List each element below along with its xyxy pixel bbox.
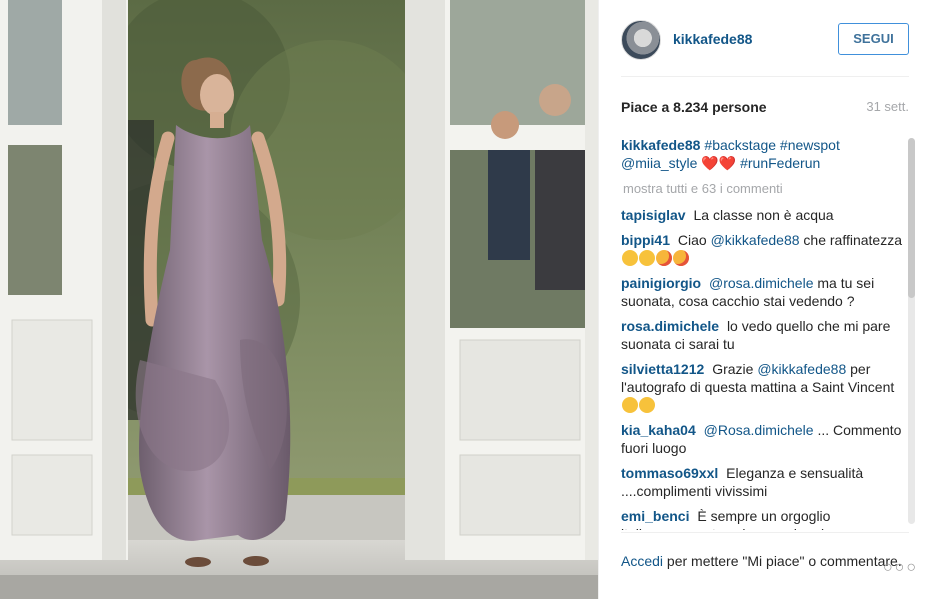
comment-username[interactable]: emi_benci (621, 508, 689, 524)
mention[interactable]: @kikkafede88 (711, 232, 800, 248)
hashtag[interactable]: #newspot (780, 137, 840, 153)
post-username[interactable]: kikkafede88 (673, 31, 752, 47)
kiss-emoji-icon (673, 250, 689, 266)
login-link[interactable]: Accedi (621, 553, 663, 569)
likes-row: Piace a 8.234 persone 31 sett. (621, 99, 909, 115)
post-photo (0, 0, 598, 599)
comment-username[interactable]: tapisiglav (621, 207, 686, 223)
login-prompt-text: per mettere "Mi piace" o commentare. (666, 553, 902, 569)
comments-list[interactable]: kikkafede88 #backstage #newspot @miia_sty… (621, 136, 903, 530)
comment-text: Grazie (712, 361, 754, 377)
mention[interactable]: @Rosa.dimichele (704, 422, 814, 438)
avatar[interactable] (621, 20, 661, 60)
comment-username[interactable]: silvietta1212 (621, 361, 704, 377)
comment: rosa.dimichele lo vedo quello che mi par… (621, 317, 903, 353)
comment: tapisiglav La classe non è acqua (621, 206, 903, 224)
smile-emoji-icon (622, 397, 638, 413)
comment-username[interactable]: tommaso69xxl (621, 465, 718, 481)
likes-count[interactable]: Piace a 8.234 persone (621, 99, 767, 115)
comments-scrollbar[interactable] (908, 138, 915, 524)
comment: tommaso69xxl Eleganza e sensualità ....c… (621, 464, 903, 500)
mention[interactable]: @miia_style (621, 155, 697, 171)
comment-text: Ciao (677, 232, 707, 248)
comment: emi_benci È sempre un orgoglio italiano.… (621, 507, 903, 530)
scrollbar-thumb[interactable] (908, 138, 915, 298)
comment-username[interactable]: painigiorgio (621, 275, 701, 291)
hashtag[interactable]: #backstage (704, 137, 776, 153)
mention[interactable]: @kikkafede88 (757, 361, 846, 377)
post-age[interactable]: 31 sett. (866, 99, 909, 114)
comment-text: che raffinatezza (803, 232, 903, 248)
post-side-panel: kikkafede88 SEGUI Piace a 8.234 persone … (598, 0, 932, 599)
footer-divider (621, 532, 909, 533)
comment: bippi41 Ciao @kikkafede88 che raffinatez… (621, 231, 903, 267)
comment: kia_kaha04 @Rosa.dimichele ... Commento … (621, 421, 903, 457)
comment-text: La classe non è acqua (693, 207, 834, 223)
mention[interactable]: @rosa.dimichele (709, 275, 813, 291)
smile-emoji-icon (622, 250, 638, 266)
caption-username[interactable]: kikkafede88 (621, 137, 700, 153)
photo-illustration (0, 0, 598, 599)
comment: painigiorgio @rosa.dimichele ma tu sei s… (621, 274, 903, 310)
caption: kikkafede88 #backstage #newspot @miia_sty… (621, 136, 903, 172)
show-all-comments-link[interactable]: mostra tutti e 63 i commenti (623, 180, 903, 198)
smile-emoji-icon (639, 250, 655, 266)
comment-username[interactable]: bippi41 (621, 232, 670, 248)
heart-emoji: ❤️❤️ (701, 155, 737, 171)
comment: silvietta1212 Grazie @kikkafede88 per l'… (621, 360, 903, 414)
hashtag[interactable]: #runFederun (740, 155, 820, 171)
kiss-emoji-icon (656, 250, 672, 266)
follow-button[interactable]: SEGUI (838, 23, 909, 55)
comment-username[interactable]: rosa.dimichele (621, 318, 719, 334)
post-header: kikkafede88 SEGUI (621, 17, 909, 77)
smile-emoji-icon (639, 397, 655, 413)
more-options-icon[interactable]: ○○○ (883, 559, 918, 577)
comment-username[interactable]: kia_kaha04 (621, 422, 696, 438)
login-prompt: Accedi per mettere "Mi piace" o commenta… (621, 543, 909, 571)
